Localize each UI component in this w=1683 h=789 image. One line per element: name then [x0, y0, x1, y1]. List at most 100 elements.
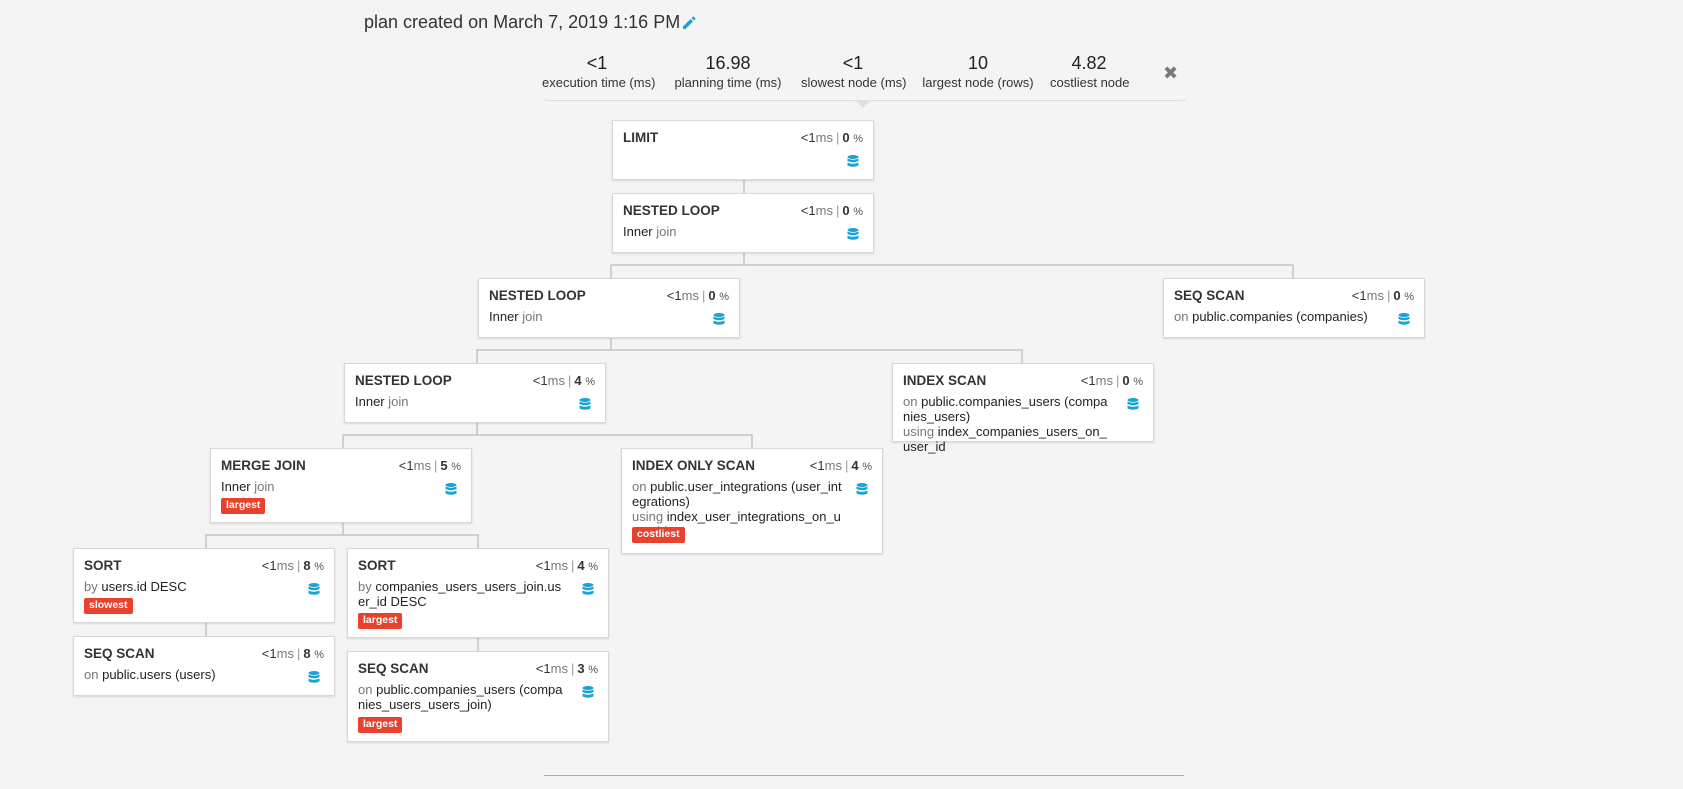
node-percent: 4 — [574, 373, 582, 388]
node-percent-unit: % — [1133, 376, 1143, 388]
plan-node-sort[interactable]: SORT <1ms | 4 % by companies_users_users_j… — [347, 548, 609, 638]
node-description: Inner join — [355, 394, 565, 409]
node-description: Inner join — [623, 224, 833, 239]
node-desc-keyword: on — [903, 394, 918, 409]
node-time-unit: ms — [815, 203, 833, 218]
node-percent: 8 — [303, 558, 311, 573]
node-desc-main: public.user_integrations (user_integrati… — [632, 479, 842, 509]
node-percent: 0 — [842, 203, 850, 218]
node-time-unit: ms — [276, 558, 294, 573]
node-time: <1 — [535, 558, 551, 573]
node-metric: <1ms | 5 % — [398, 458, 461, 473]
database-icon[interactable] — [582, 583, 594, 596]
node-time: <1 — [261, 646, 277, 661]
node-desc-keyword: join — [388, 394, 409, 409]
node-using-keyword: using — [632, 509, 664, 524]
node-title: SORT — [358, 558, 396, 573]
plan-node-limit[interactable]: LIMIT <1ms | 0 % — [612, 120, 874, 180]
plan-node-seq-scan[interactable]: SEQ SCAN <1ms | 3 % on public.companies_us… — [347, 651, 609, 742]
node-metric: <1ms | 4 % — [535, 558, 598, 573]
plan-node-index-scan[interactable]: INDEX SCAN <1ms | 0 % on public.companies_… — [892, 363, 1154, 454]
node-title: LIMIT — [623, 130, 659, 145]
node-title: INDEX SCAN — [903, 373, 987, 388]
divider — [544, 775, 1184, 776]
node-desc-main: Inner — [489, 309, 519, 324]
plan-node-merge-join[interactable]: MERGE JOIN <1ms | 5 % Inner join largest — [210, 448, 472, 523]
plan-node-index-only-scan[interactable]: INDEX ONLY SCAN <1ms | 4 % on public.user_… — [621, 448, 883, 554]
node-metric: <1ms | 8 % — [261, 646, 324, 661]
node-description: on public.companies (companies) — [1174, 309, 1384, 324]
node-percent: 8 — [303, 646, 311, 661]
plan-node-nested-loop[interactable]: NESTED LOOP <1ms | 0 % Inner join — [612, 193, 874, 253]
node-desc-main: public.users (users) — [102, 667, 216, 682]
node-metric: <1ms | 0 % — [1351, 288, 1414, 303]
node-time: <1 — [800, 130, 816, 145]
node-percent-unit: % — [862, 461, 872, 473]
node-title: NESTED LOOP — [489, 288, 586, 303]
node-title: SEQ SCAN — [84, 646, 155, 661]
node-time-unit: ms — [547, 373, 565, 388]
node-metric: <1ms | 8 % — [261, 558, 324, 573]
node-percent: 4 — [851, 458, 859, 473]
node-desc-keyword: on — [632, 479, 647, 494]
node-time-unit: ms — [815, 130, 833, 145]
node-metric: <1ms | 0 % — [800, 203, 863, 218]
node-time: <1 — [666, 288, 682, 303]
node-time-unit: ms — [276, 646, 294, 661]
node-desc-keyword: on — [84, 667, 99, 682]
node-percent-unit: % — [588, 561, 598, 573]
node-metric: <1ms | 0 % — [1080, 373, 1143, 388]
node-desc-main: public.companies_users (companies_users_… — [358, 682, 563, 712]
database-icon[interactable] — [1127, 398, 1139, 411]
node-metric: <1ms | 3 % — [535, 661, 598, 676]
database-icon[interactable] — [579, 398, 591, 411]
database-icon[interactable] — [582, 686, 594, 699]
node-desc-main: Inner — [623, 224, 653, 239]
node-time-unit: ms — [824, 458, 842, 473]
node-time-unit: ms — [681, 288, 699, 303]
node-using-keyword: using — [903, 424, 935, 439]
node-desc-keyword: on — [358, 682, 373, 697]
node-desc-main: Inner — [355, 394, 385, 409]
database-icon[interactable] — [847, 228, 859, 241]
database-icon[interactable] — [445, 483, 457, 496]
node-title: INDEX ONLY SCAN — [632, 458, 756, 473]
costliest-badge: costliest — [632, 527, 685, 543]
node-percent-unit: % — [451, 461, 461, 473]
node-percent: 5 — [440, 458, 448, 473]
node-description: on public.users (users) — [84, 667, 294, 682]
node-desc-main: public.companies (companies) — [1192, 309, 1368, 324]
plan-node-nested-loop[interactable]: NESTED LOOP <1ms | 4 % Inner join — [344, 363, 606, 423]
database-icon[interactable] — [1398, 313, 1410, 326]
plan-node-sort[interactable]: SORT <1ms | 8 % by users.id DESC slowest — [73, 548, 335, 623]
database-icon[interactable] — [713, 313, 725, 326]
node-percent-unit: % — [588, 664, 598, 676]
node-metric: <1ms | 4 % — [809, 458, 872, 473]
node-time-unit: ms — [413, 458, 431, 473]
node-percent-unit: % — [853, 133, 863, 145]
node-percent: 3 — [577, 661, 585, 676]
plan-node-seq-scan[interactable]: SEQ SCAN <1ms | 8 % on public.users (users… — [73, 636, 335, 696]
plan-node-seq-scan[interactable]: SEQ SCAN <1ms | 0 % on public.companies (c… — [1163, 278, 1425, 338]
node-metric: <1ms | 0 % — [666, 288, 729, 303]
node-description: Inner join — [489, 309, 699, 324]
database-icon[interactable] — [856, 483, 868, 496]
node-time-unit: ms — [550, 558, 568, 573]
node-description: by users.id DESC — [84, 579, 294, 594]
node-metric: <1ms | 0 % — [800, 130, 863, 145]
node-desc-keyword: join — [522, 309, 543, 324]
node-percent: 0 — [1122, 373, 1130, 388]
slowest-badge: slowest — [84, 598, 133, 614]
node-percent-unit: % — [719, 291, 729, 303]
database-icon[interactable] — [847, 155, 859, 168]
largest-badge: largest — [221, 498, 266, 514]
node-desc-keyword: join — [254, 479, 275, 494]
node-desc-keyword: by — [84, 579, 98, 594]
node-time: <1 — [398, 458, 414, 473]
node-description: on public.companies_users (companies_use… — [358, 682, 568, 712]
node-time: <1 — [800, 203, 816, 218]
database-icon[interactable] — [308, 583, 320, 596]
plan-node-nested-loop[interactable]: NESTED LOOP <1ms | 0 % Inner join — [478, 278, 740, 338]
node-desc-main: Inner — [221, 479, 251, 494]
database-icon[interactable] — [308, 671, 320, 684]
